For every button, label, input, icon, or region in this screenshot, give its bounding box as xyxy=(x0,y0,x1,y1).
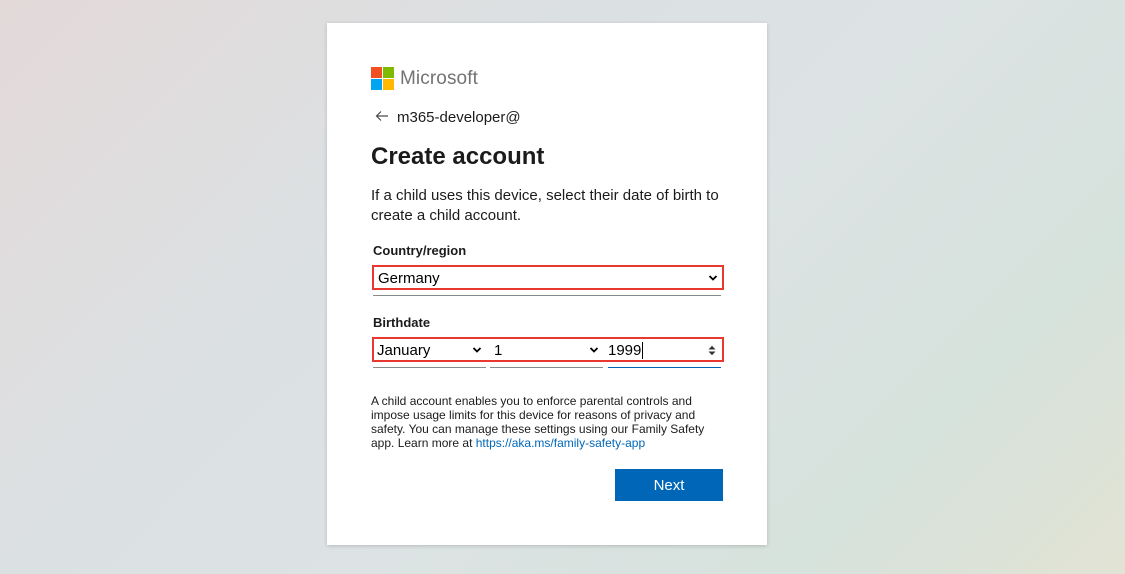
birth-year-input[interactable]: 1999 xyxy=(608,339,720,361)
sign-in-card: Microsoft m365-developer@ Create account… xyxy=(327,23,767,545)
birth-month-select[interactable]: January xyxy=(376,339,486,361)
identity-banner[interactable]: m365-developer@ xyxy=(375,109,521,126)
birth-month-underline xyxy=(373,367,486,368)
country-underline xyxy=(373,295,721,296)
page-title: Create account xyxy=(371,143,545,170)
chevron-down-icon xyxy=(472,347,482,353)
birth-month-value: January xyxy=(377,341,431,359)
identity-email: m365-developer@ xyxy=(397,109,521,126)
chevron-down-icon xyxy=(589,347,599,353)
birth-day-underline xyxy=(490,367,603,368)
microsoft-logo-icon xyxy=(371,67,394,90)
spinner-up-icon[interactable] xyxy=(708,345,716,350)
birth-year-underline xyxy=(608,367,721,368)
country-select[interactable]: Germany xyxy=(376,267,722,289)
birthdate-label: Birthdate xyxy=(373,315,431,330)
year-stepper[interactable] xyxy=(708,345,716,356)
next-button[interactable]: Next xyxy=(615,469,723,501)
child-account-info: A child account enables you to enforce p… xyxy=(371,394,711,450)
birth-day-value: 1 xyxy=(494,341,503,359)
text-cursor xyxy=(642,341,644,359)
brand-name: Microsoft xyxy=(400,67,478,89)
birth-year-value: 1999 xyxy=(608,341,642,359)
spinner-down-icon[interactable] xyxy=(708,351,716,356)
country-value: Germany xyxy=(378,269,440,287)
chevron-down-icon xyxy=(708,275,718,281)
back-arrow-icon[interactable] xyxy=(375,110,389,125)
microsoft-logo: Microsoft xyxy=(371,67,478,90)
birth-day-select[interactable]: 1 xyxy=(493,339,603,361)
family-safety-link[interactable]: https://aka.ms/family-safety-app xyxy=(476,436,645,450)
page-description: If a child uses this device, select thei… xyxy=(371,187,719,224)
country-label: Country/region xyxy=(373,243,467,258)
